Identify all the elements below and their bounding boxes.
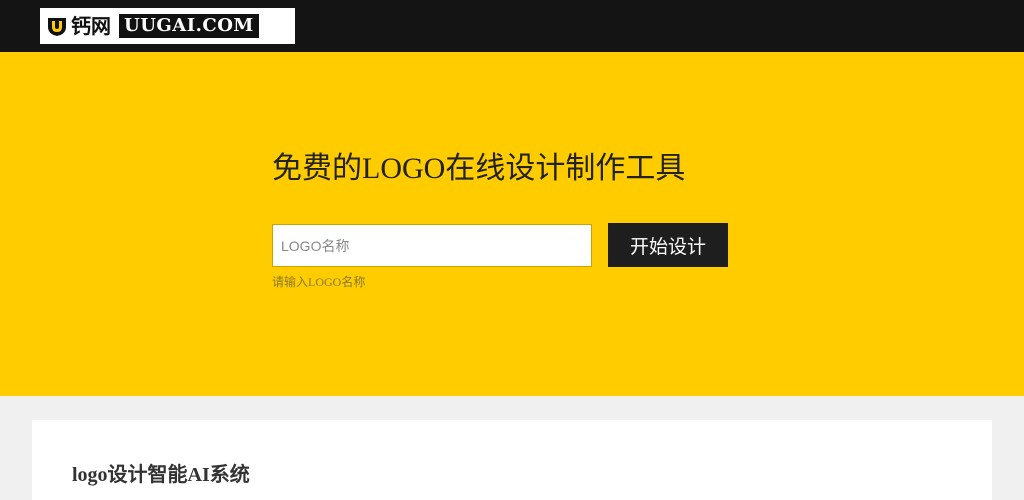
hero-section: 免费的LOGO在线设计制作工具 开始设计 请输入LOGO名称 bbox=[0, 52, 1024, 396]
site-logo[interactable]: 钙网 UUGAI.COM bbox=[40, 8, 295, 44]
top-navbar: 钙网 UUGAI.COM bbox=[0, 0, 1024, 52]
page-title: 免费的LOGO在线设计制作工具 bbox=[272, 152, 686, 185]
logo-domain-text: UUGAI.COM bbox=[119, 14, 259, 38]
logo-chinese-text: 钙网 bbox=[71, 14, 111, 38]
section-title: logo设计智能AI系统 bbox=[72, 464, 250, 486]
logo-name-input[interactable] bbox=[272, 224, 592, 267]
shield-u-icon bbox=[46, 15, 68, 37]
start-design-button[interactable]: 开始设计 bbox=[608, 223, 728, 267]
content-card: logo设计智能AI系统 bbox=[32, 420, 992, 500]
input-hint: 请输入LOGO名称 bbox=[272, 275, 366, 289]
